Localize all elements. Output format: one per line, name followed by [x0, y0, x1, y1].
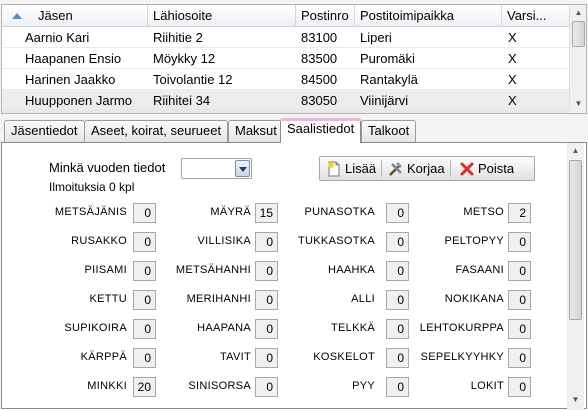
table-cell: Riihitie 2: [153, 30, 203, 45]
table-cell: X: [508, 72, 517, 87]
column-header-jasen[interactable]: Jäsen: [2, 5, 148, 27]
table-cell: X: [508, 51, 517, 66]
species-label: PELTOPYY: [444, 235, 504, 247]
species-label: TELKKÄ: [331, 322, 375, 334]
add-button[interactable]: Lisää: [326, 157, 376, 180]
table-row[interactable]: Haapanen Ensio Möykky 12 83500 Puromäki X: [2, 48, 570, 69]
species-label: TUKKASOTKA: [298, 235, 375, 247]
tab-jasentiedot[interactable]: Jäsentiedot: [4, 120, 85, 142]
species-label: FASAANI: [455, 264, 504, 276]
species-count-field[interactable]: 2: [508, 203, 531, 223]
species-count-field[interactable]: 0: [508, 377, 531, 397]
table-cell: Puromäki: [360, 51, 415, 66]
species-label: MINKKI: [87, 380, 127, 392]
tools-edit-icon: [389, 161, 402, 176]
year-label: Minkä vuoden tiedot: [49, 160, 166, 175]
species-label: RUSAKKO: [71, 235, 127, 247]
table-cell: Möykky 12: [153, 51, 216, 66]
tab-aseet-koirat-seurueet[interactable]: Aseet, koirat, seurueet: [84, 120, 229, 142]
grid-vertical-scrollbar[interactable]: ▲ ▼: [569, 5, 586, 113]
table-cell: Harinen Jaakko: [25, 72, 116, 87]
sort-ascending-icon: [12, 13, 22, 19]
species-label: PIISAMI: [84, 264, 127, 276]
toolbar: Lisää Korjaa Poista: [319, 156, 535, 181]
table-cell: Riihitei 34: [153, 93, 211, 108]
table-cell: 84500: [301, 72, 338, 87]
reports-count: Ilmoituksia 0 kpl: [49, 180, 135, 194]
species-label: KOSKELOT: [313, 351, 375, 363]
year-select[interactable]: [181, 158, 252, 179]
tab-bar: Jäsentiedot Aseet, koirat, seurueet Maks…: [0, 118, 588, 143]
members-grid[interactable]: Jäsen Lähiosoite Postinro Postitoimipaik…: [1, 4, 587, 114]
table-cell: Viinijärvi: [360, 93, 409, 108]
species-label: HAAPANA: [197, 322, 251, 334]
species-label: LOKIT: [470, 380, 504, 392]
species-count-field[interactable]: 0: [508, 348, 531, 368]
table-cell: Aarnio Kari: [25, 30, 90, 45]
app-window: Jäsen Lähiosoite Postinro Postitoimipaik…: [0, 0, 588, 410]
species-count-field[interactable]: 0: [508, 319, 531, 339]
species-label: VILLISIKA: [197, 235, 251, 247]
table-cell: Haapanen Ensio: [25, 51, 122, 66]
table-cell: 83500: [301, 51, 338, 66]
chevron-down-icon[interactable]: [235, 160, 250, 177]
scroll-down-arrow-icon[interactable]: ▼: [571, 96, 586, 111]
panel-vertical-scrollbar[interactable]: ▲ ▼: [567, 143, 584, 410]
species-label: MERIHANHI: [186, 293, 251, 305]
table-cell: Huupponen Jarmo: [25, 93, 132, 108]
species-label: KÄRPPÄ: [80, 351, 127, 363]
column-header-postinro[interactable]: Postinro: [296, 5, 355, 27]
species-label: KETTU: [89, 293, 127, 305]
species-label: SUPIKOIRA: [64, 322, 127, 334]
species-label: PYY: [352, 380, 375, 392]
species-count-field[interactable]: 0: [508, 232, 531, 252]
species-label: SEPELKYYHKY: [420, 351, 504, 363]
table-cell: Liperi: [360, 30, 392, 45]
table-cell: X: [508, 93, 517, 108]
species-label: HAAHKA: [327, 264, 375, 276]
tab-maksut[interactable]: Maksut: [228, 120, 284, 142]
tab-talkoot[interactable]: Talkoot: [361, 120, 417, 142]
scroll-down-arrow-icon[interactable]: ▼: [568, 392, 583, 407]
scroll-up-arrow-icon[interactable]: ▲: [571, 5, 586, 20]
red-x-delete-icon: [460, 162, 474, 176]
table-row[interactable]: Aarnio Kari Riihitie 2 83100 Liperi X: [2, 27, 570, 48]
species-label: METSO: [463, 206, 504, 218]
table-cell: Rantakylä: [360, 72, 418, 87]
table-cell: 83100: [301, 30, 338, 45]
column-header-postitoimipaikka[interactable]: Postitoimipaikka: [355, 5, 502, 27]
grid-horizontal-scrollbar[interactable]: [2, 109, 570, 113]
grid-header: Jäsen Lähiosoite Postinro Postitoimipaik…: [2, 5, 570, 27]
species-label: METSÄJÄNIS: [54, 206, 127, 218]
toolbar-separator: [381, 160, 382, 177]
species-label: MÄYRÄ: [210, 206, 251, 218]
species-label: LEHTOKURPPA: [419, 322, 504, 334]
species-count-field[interactable]: 0: [508, 261, 531, 281]
edit-button[interactable]: Korjaa: [388, 157, 445, 180]
column-header-varsi[interactable]: Varsi...: [502, 5, 570, 27]
saalistiedot-panel: Minkä vuoden tiedot Ilmoituksia 0 kpl Li…: [1, 142, 587, 410]
scroll-up-arrow-icon[interactable]: ▲: [568, 143, 583, 158]
species-label: PUNASOTKA: [304, 206, 375, 218]
species-label: TAVIT: [219, 351, 251, 363]
toolbar-separator: [450, 160, 451, 177]
species-label: NOKIKANA: [444, 293, 504, 305]
table-cell: 83050: [301, 93, 338, 108]
table-row[interactable]: Huupponen Jarmo Riihitei 34 83050 Viinijärv…: [2, 90, 570, 111]
delete-button[interactable]: Poista: [459, 157, 514, 180]
scrollbar-thumb[interactable]: [569, 160, 582, 320]
species-count-field[interactable]: 0: [508, 290, 531, 310]
tab-saalistiedot[interactable]: Saalistiedot: [280, 118, 362, 143]
document-add-icon: [328, 161, 340, 177]
table-cell: Toivolantie 12: [153, 72, 233, 87]
column-header-lahiosoite[interactable]: Lähiosoite: [148, 5, 296, 27]
species-label: ALLI: [351, 293, 375, 305]
species-label: METSÄHANHI: [175, 264, 251, 276]
scrollbar-thumb[interactable]: [572, 21, 585, 47]
species-label: SINISORSA: [188, 380, 251, 392]
table-row[interactable]: Harinen Jaakko Toivolantie 12 84500 Rantaky…: [2, 69, 570, 90]
table-cell: X: [508, 30, 517, 45]
